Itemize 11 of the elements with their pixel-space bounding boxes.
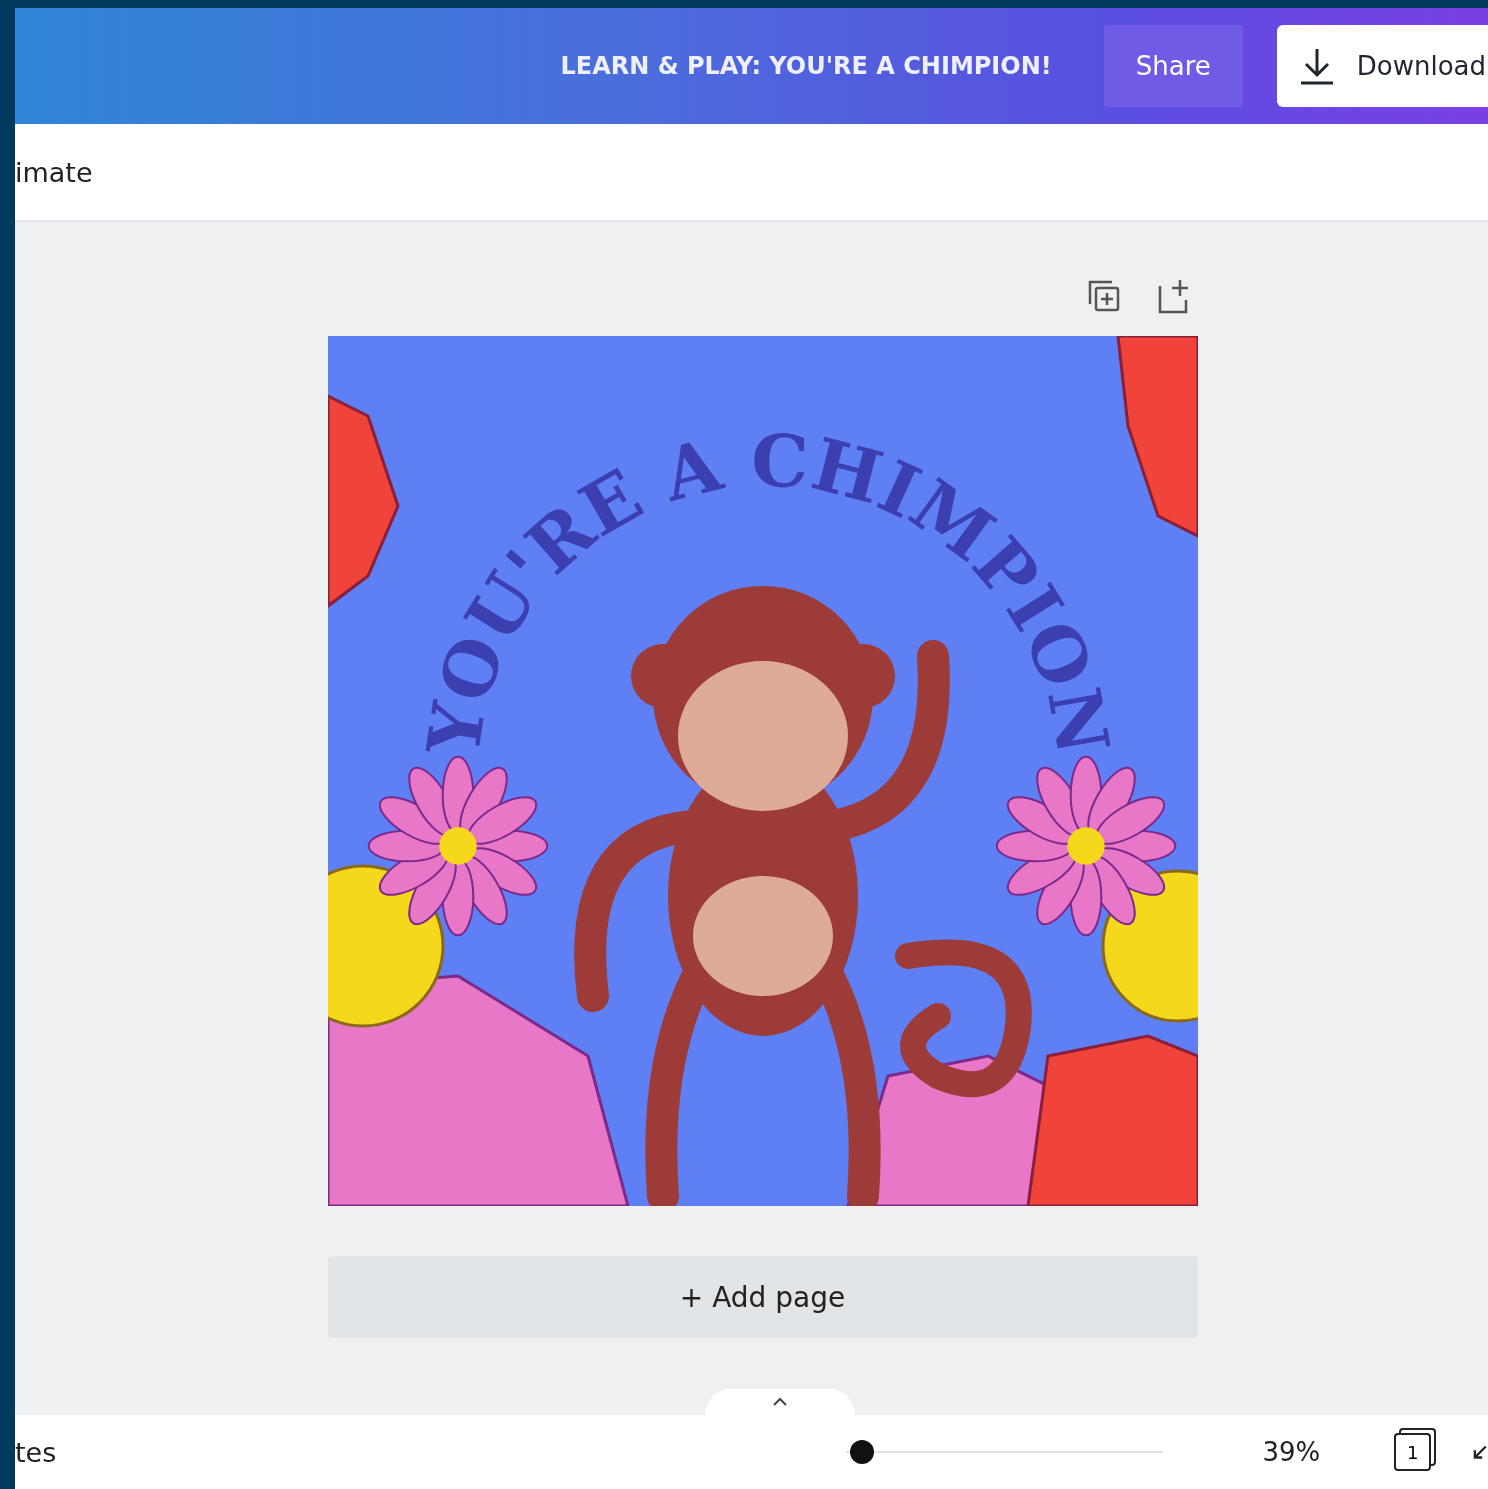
zoom-reading[interactable]: 39%	[1262, 1437, 1321, 1467]
notes-button[interactable]: tes	[15, 1436, 57, 1468]
zoom-slider-thumb[interactable]	[850, 1440, 875, 1464]
design-title: LEARN & PLAY: YOU'RE A CHIMPION!	[560, 52, 1052, 80]
collapse-arrow-icon[interactable]	[1473, 1444, 1488, 1460]
download-button[interactable]: Download	[1276, 25, 1488, 107]
add-page-button[interactable]: + Add page	[327, 1256, 1198, 1338]
share-button[interactable]: Share	[1103, 25, 1243, 107]
download-icon	[1298, 47, 1335, 85]
chevron-up-icon[interactable]	[772, 1397, 788, 1407]
toolbar-item[interactable]: imate	[15, 156, 93, 188]
